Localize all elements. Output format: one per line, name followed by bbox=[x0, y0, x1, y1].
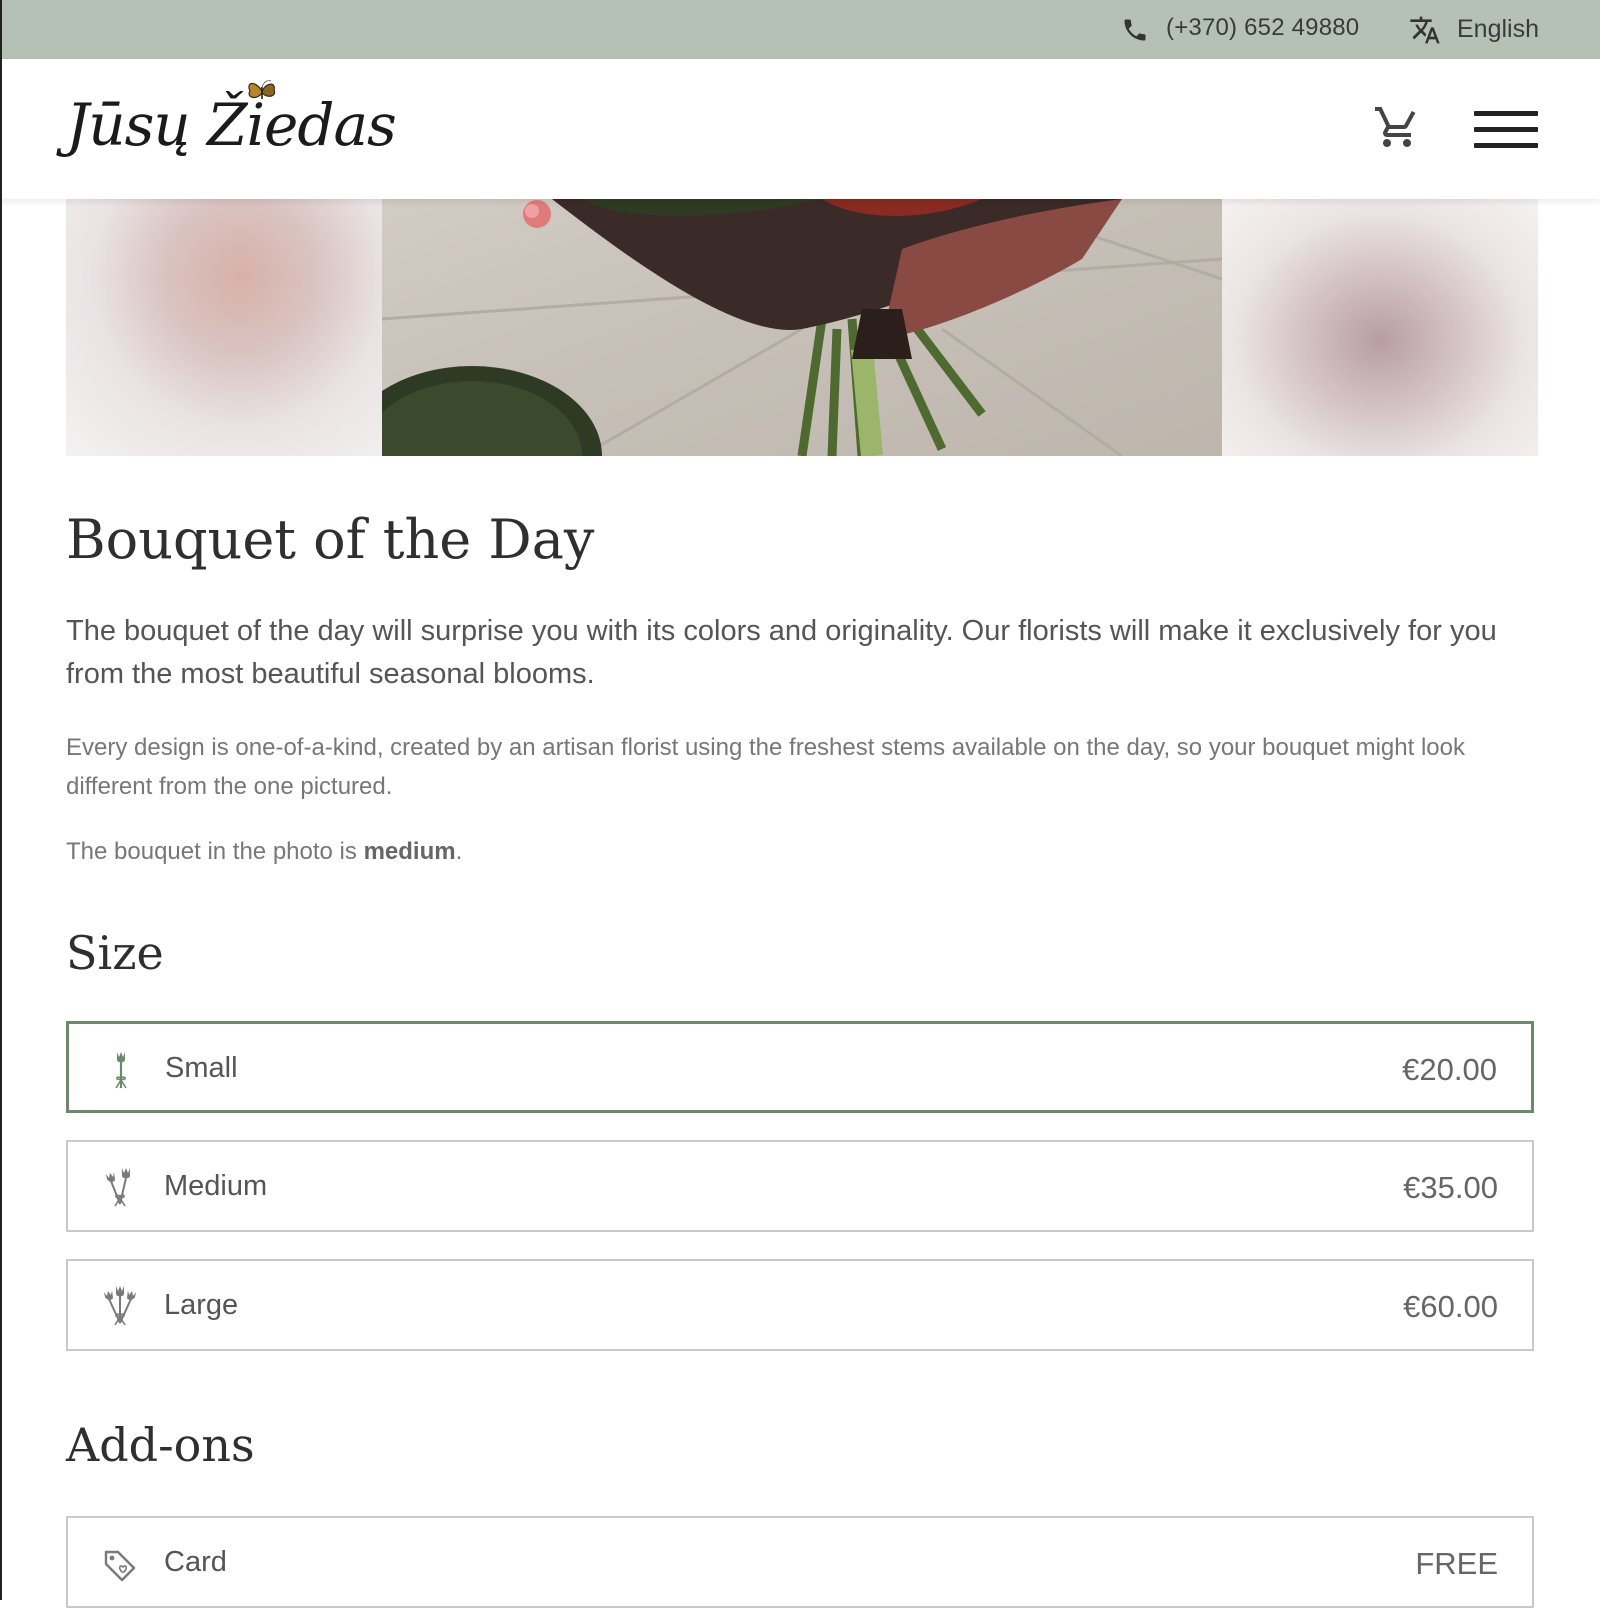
product-description: Every design is one-of-a-kind, created b… bbox=[66, 734, 1465, 800]
logo-text: Jūsų Žiedas bbox=[66, 91, 397, 159]
size-option-price: €35.00 bbox=[1403, 1170, 1498, 1205]
size-option-label: Small bbox=[165, 1052, 238, 1084]
product-image-carousel[interactable] bbox=[66, 199, 1538, 456]
size-heading: Size bbox=[66, 926, 164, 980]
phone-number-link[interactable]: (+370) 652 49880 bbox=[1166, 14, 1359, 42]
translate-icon[interactable] bbox=[1409, 14, 1441, 46]
photo-size-note: The bouquet in the photo is medium. bbox=[66, 838, 463, 865]
addon-option-card[interactable]: Card FREE bbox=[66, 1516, 1534, 1608]
addon-option-label: Card bbox=[164, 1546, 227, 1578]
bouquet-medium-icon bbox=[106, 1168, 130, 1207]
single-flower-icon bbox=[115, 1052, 127, 1089]
size-option-price: €20.00 bbox=[1402, 1052, 1497, 1087]
size-option-large[interactable]: Large €60.00 bbox=[66, 1259, 1534, 1351]
size-option-medium[interactable]: Medium €35.00 bbox=[66, 1140, 1534, 1232]
product-title: Bouquet of the Day bbox=[66, 508, 595, 571]
top-bar: (+370) 652 49880 English bbox=[0, 0, 1600, 59]
window-edge bbox=[0, 0, 2, 1600]
product-photo bbox=[382, 199, 1222, 456]
shopping-cart-icon[interactable] bbox=[1373, 103, 1421, 151]
tag-icon bbox=[104, 1550, 136, 1582]
size-option-price: €60.00 bbox=[1403, 1289, 1498, 1324]
addon-option-price: FREE bbox=[1415, 1546, 1498, 1581]
butterfly-icon bbox=[248, 80, 276, 99]
photo-size-value: medium bbox=[363, 838, 456, 865]
site-header: Jūsų Žiedas bbox=[0, 59, 1600, 199]
carousel-prev-image[interactable] bbox=[66, 199, 382, 456]
size-option-small[interactable]: Small €20.00 bbox=[66, 1021, 1534, 1113]
bouquet-large-icon bbox=[104, 1286, 136, 1326]
logo[interactable]: Jūsų Žiedas bbox=[64, 77, 397, 187]
product-lead-text: The bouquet of the day will surprise you… bbox=[66, 615, 1497, 690]
language-selector[interactable]: English bbox=[1457, 15, 1539, 44]
carousel-next-image[interactable] bbox=[1222, 199, 1538, 456]
size-option-label: Medium bbox=[164, 1170, 268, 1202]
phone-icon[interactable] bbox=[1121, 16, 1149, 44]
size-option-label: Large bbox=[164, 1289, 239, 1321]
addons-heading: Add-ons bbox=[66, 1418, 255, 1472]
hamburger-menu-icon[interactable] bbox=[1474, 111, 1538, 149]
